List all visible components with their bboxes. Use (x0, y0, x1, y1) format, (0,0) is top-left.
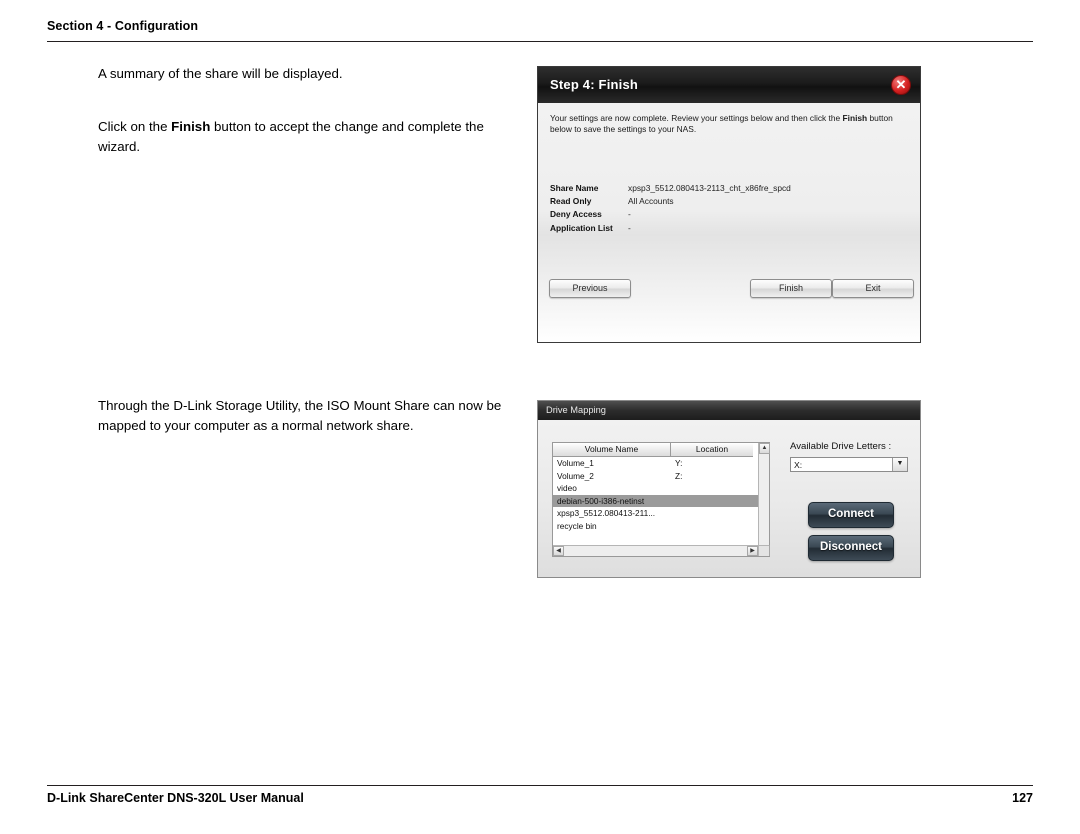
list-item[interactable]: Volume_2 Z: (553, 470, 769, 483)
wizard-body: Your settings are now complete. Review y… (538, 103, 920, 342)
list-item-selected[interactable]: debian-500-i386-netinst (553, 494, 769, 508)
footer-manual-title: D-Link ShareCenter DNS-320L User Manual (47, 791, 304, 805)
volume-location (671, 495, 753, 508)
page-number: 127 (1012, 791, 1033, 805)
volume-list-rows: Volume_1 Y: Volume_2 Z: video debian-500… (553, 457, 769, 532)
volume-location (671, 482, 753, 495)
volume-location (671, 520, 753, 533)
summary-value: - (628, 209, 631, 220)
finish-wizard-dialog: Step 4: Finish ✕ Your settings are now c… (537, 66, 921, 343)
volume-name: video (557, 483, 577, 493)
section-title: Section 4 - Configuration (47, 19, 199, 33)
chevron-down-icon[interactable]: ▼ (892, 458, 907, 471)
volume-location (671, 507, 753, 520)
drive-letter-value: X: (794, 460, 803, 470)
list-item[interactable]: recycle bin (553, 520, 769, 533)
summary-label: Read Only (550, 196, 592, 207)
volume-name: Volume_1 (557, 458, 594, 468)
wizard-description: Your settings are now complete. Review y… (550, 113, 912, 135)
para2-bold-finish: Finish (171, 119, 211, 134)
wizard-desc-bold: Finish (842, 113, 868, 123)
caret-left-icon[interactable]: ◀ (553, 546, 564, 556)
summary-label: Deny Access (550, 209, 602, 220)
wizard-title: Step 4: Finish (550, 77, 639, 92)
caret-up-icon[interactable]: ▲ (759, 443, 770, 454)
paragraph-summary: A summary of the share will be displayed… (98, 66, 343, 81)
list-item[interactable]: Volume_1 Y: (553, 457, 769, 470)
volume-location: Y: (675, 458, 683, 468)
summary-value: All Accounts (628, 196, 674, 207)
vertical-scrollbar[interactable]: ▲ ▼ (758, 443, 770, 556)
volume-name: xpsp3_5512.080413-211... (557, 508, 656, 518)
page-header: Section 4 - Configuration (47, 19, 1033, 33)
disconnect-button[interactable]: Disconnect (808, 535, 894, 561)
scrollbar-corner (758, 545, 769, 556)
column-header-volume-name: Volume Name (553, 443, 671, 457)
drive-mapping-title: Drive Mapping (546, 405, 606, 415)
exit-button[interactable]: Exit (832, 279, 914, 298)
horizontal-scrollbar[interactable]: ◀ ▶ (553, 545, 769, 556)
paragraph-drive-mapping: Through the D-Link Storage Utility, the … (98, 398, 502, 433)
drive-mapping-dialog: Drive Mapping Volume Name Location Volum… (537, 400, 921, 578)
volume-name: recycle bin (557, 520, 597, 531)
wizard-button-bar: Previous Finish Exit (538, 279, 920, 309)
volume-name: Volume_2 (557, 470, 594, 481)
list-item[interactable]: xpsp3_5512.080413-211... (553, 507, 769, 520)
footer-divider (47, 785, 1033, 786)
summary-row: Share Name xpsp3_5512.080413-2113_cht_x86… (550, 182, 791, 195)
summary-value: - (628, 222, 631, 233)
available-drive-letters-label: Available Drive Letters : (790, 441, 892, 452)
close-icon[interactable]: ✕ (891, 75, 911, 95)
wizard-summary-fields: Share Name xpsp3_5512.080413-2113_cht_x86… (550, 182, 791, 235)
list-item[interactable]: video (553, 482, 769, 495)
summary-label: Application List (550, 222, 613, 233)
summary-value: xpsp3_5512.080413-2113_cht_x86fre_spcd (628, 183, 791, 193)
drive-letter-select[interactable]: X: ▼ (790, 457, 908, 472)
volume-name: debian-500-i386-netinst (557, 495, 645, 506)
summary-row: Application List - (550, 222, 791, 235)
finish-button[interactable]: Finish (750, 279, 832, 298)
wizard-desc-before: Your settings are now complete. Review y… (550, 113, 843, 123)
summary-row: Read Only All Accounts (550, 195, 791, 208)
volume-location: Z: (675, 470, 683, 481)
drive-mapping-titlebar: Drive Mapping (538, 401, 920, 420)
volume-list[interactable]: Volume Name Location Volume_1 Y: Volume_… (552, 442, 770, 557)
summary-label: Share Name (550, 183, 599, 193)
para2-text-before: Click on the (98, 119, 172, 134)
volume-list-header: Volume Name Location (553, 443, 769, 457)
column-header-location: Location (671, 443, 753, 457)
wizard-titlebar: Step 4: Finish ✕ (538, 67, 920, 103)
previous-button[interactable]: Previous (549, 279, 631, 298)
connect-button[interactable]: Connect (808, 502, 894, 528)
header-divider (47, 41, 1033, 42)
caret-right-icon[interactable]: ▶ (747, 546, 758, 556)
paragraph-finish-instruction: Click on the Finish button to accept the… (98, 117, 523, 157)
summary-row: Deny Access - (550, 208, 791, 221)
